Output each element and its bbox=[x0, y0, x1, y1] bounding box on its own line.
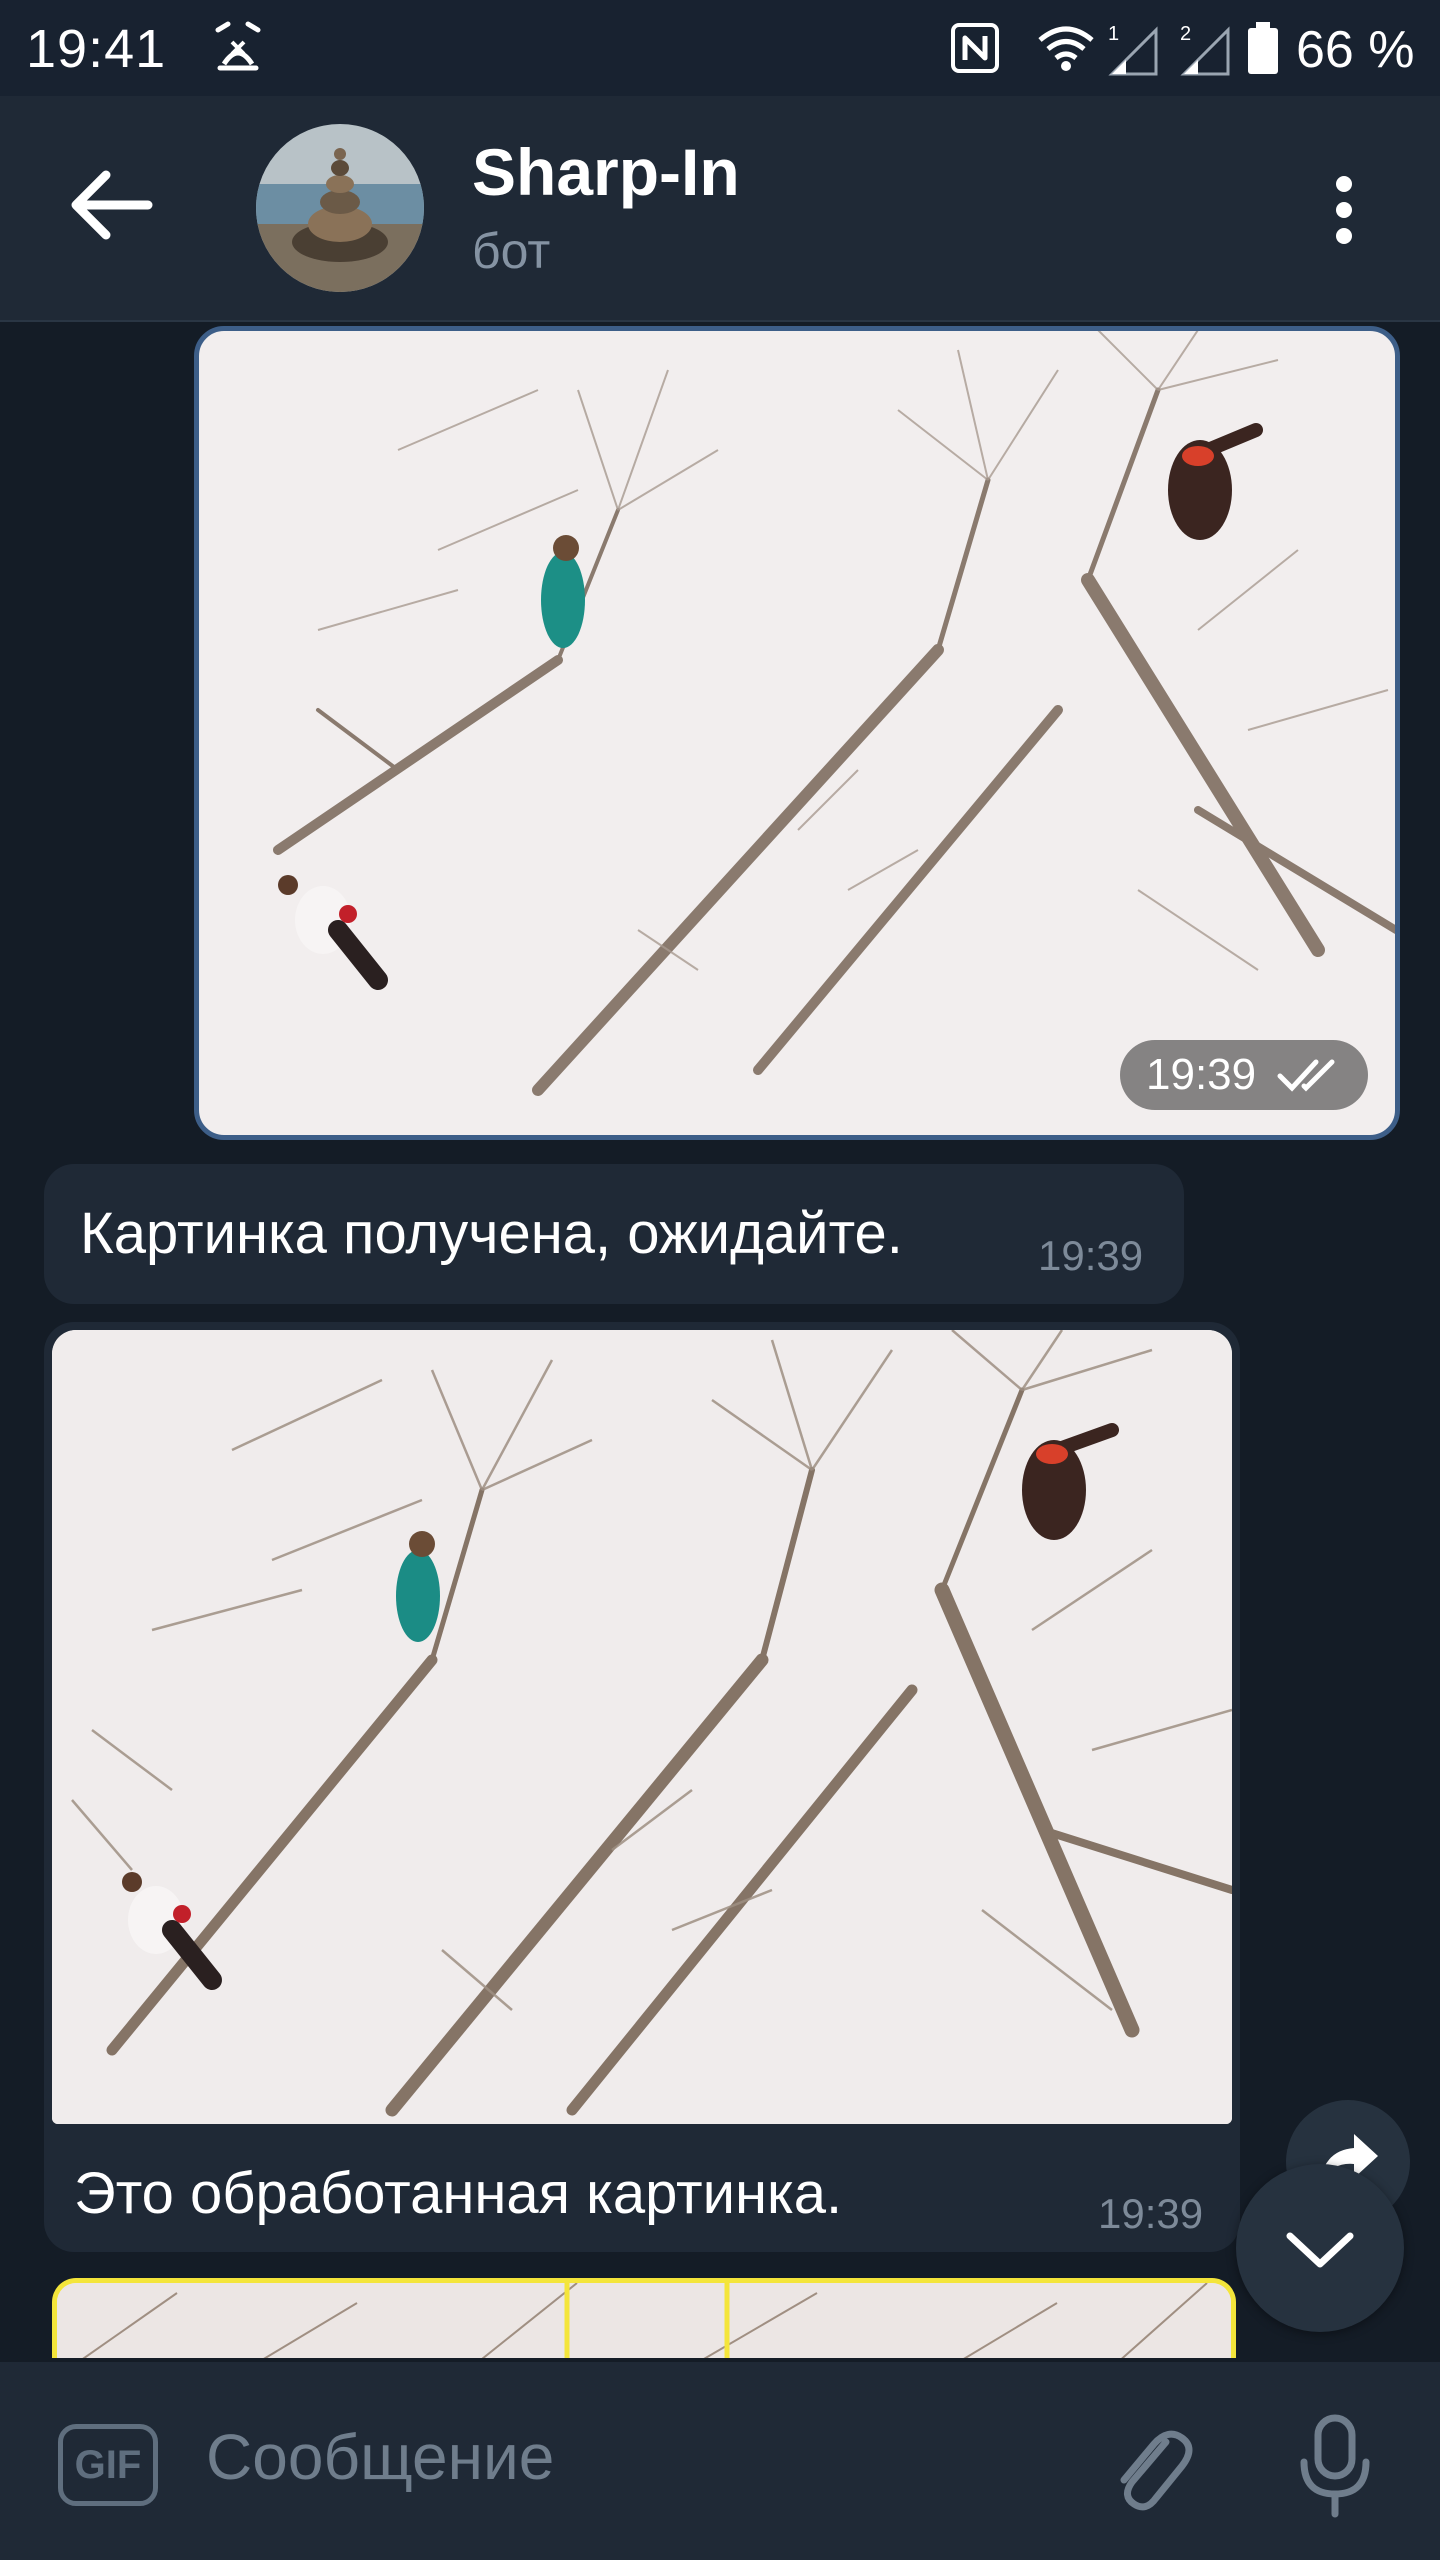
back-arrow-icon[interactable] bbox=[60, 155, 160, 255]
more-vert-icon[interactable] bbox=[1304, 160, 1384, 260]
double-check-icon bbox=[1277, 1059, 1335, 1092]
chat-subtitle: бот bbox=[472, 223, 551, 279]
incoming-photo-message-partial[interactable] bbox=[52, 2278, 1236, 2358]
status-time: 19:41 bbox=[26, 19, 167, 79]
message-time: 19:39 bbox=[1146, 1050, 1257, 1099]
photo-timestamp: 19:39 bbox=[1120, 1040, 1368, 1110]
alarm-off-icon bbox=[215, 21, 261, 71]
microphone-icon[interactable] bbox=[1290, 2410, 1380, 2520]
gif-button[interactable]: GIF bbox=[58, 2424, 158, 2506]
avatar[interactable] bbox=[256, 124, 424, 292]
nfc-icon bbox=[951, 23, 999, 73]
message-time: 19:39 bbox=[1098, 2190, 1204, 2237]
svg-text:1: 1 bbox=[1108, 23, 1119, 45]
processed-photo[interactable] bbox=[52, 1330, 1232, 2124]
attach-icon[interactable] bbox=[1104, 2412, 1194, 2522]
message-input[interactable]: Сообщение bbox=[206, 2420, 1006, 2510]
battery-percent: 66 % bbox=[1296, 21, 1415, 79]
outgoing-photo-message[interactable] bbox=[194, 326, 1400, 1140]
svg-text:2: 2 bbox=[1180, 23, 1191, 45]
chat-title[interactable]: Sharp-In bbox=[472, 134, 740, 210]
message-text: Картинка получена, ожидайте. bbox=[80, 1201, 903, 1266]
chevron-down-icon bbox=[1286, 2232, 1354, 2268]
signal-icon-sim1: 1 bbox=[1108, 23, 1158, 76]
message-time: 19:39 bbox=[1038, 1232, 1144, 1279]
photo-caption: Это обработанная картинка. bbox=[74, 2161, 843, 2226]
signal-icon-sim2: 2 bbox=[1180, 23, 1230, 76]
battery-icon bbox=[1248, 22, 1278, 74]
wifi-icon bbox=[1038, 26, 1094, 71]
scroll-down-button[interactable] bbox=[1236, 2164, 1404, 2332]
